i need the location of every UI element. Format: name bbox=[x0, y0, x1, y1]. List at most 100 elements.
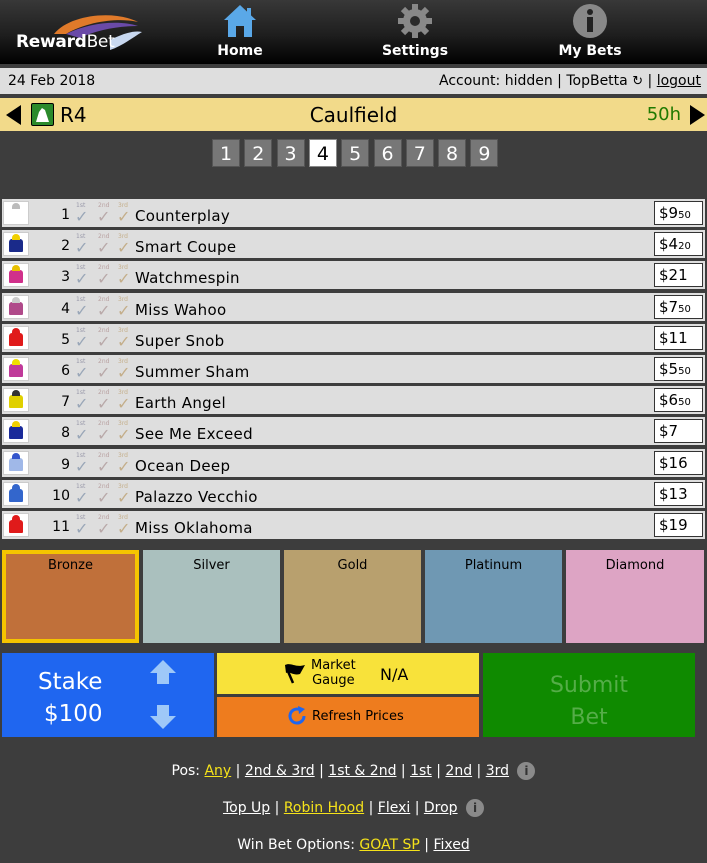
placing-2nd-checkbox[interactable]: 2nd ✓ bbox=[96, 327, 112, 351]
nav-my-bets-button[interactable]: My Bets bbox=[530, 0, 650, 64]
placing-1st-checkbox[interactable]: 1st ✓ bbox=[74, 296, 90, 320]
runner-row[interactable]: 1 1st ✓ 2nd ✓ 3rd ✓ Counterplay $950 bbox=[2, 199, 705, 227]
placing-3rd-checkbox[interactable]: 3rd ✓ bbox=[116, 389, 132, 414]
runner-row[interactable]: 11 1st ✓ 2nd ✓ 3rd ✓ Miss Oklahoma $19 bbox=[2, 511, 705, 539]
race-tab-4[interactable]: 4 bbox=[308, 139, 337, 167]
pos-option-1st[interactable]: 1st bbox=[410, 763, 432, 779]
runner-price[interactable]: $19 bbox=[654, 513, 703, 537]
placing-3rd-checkbox[interactable]: 3rd ✓ bbox=[116, 327, 132, 351]
stake-value: $100 bbox=[44, 701, 103, 727]
runner-row[interactable]: 9 1st ✓ 2nd ✓ 3rd ✓ Ocean Deep $16 bbox=[2, 448, 705, 477]
runner-price[interactable]: $950 bbox=[654, 201, 703, 225]
runner-price[interactable]: $420 bbox=[654, 232, 703, 257]
runner-row[interactable]: 4 1st ✓ 2nd ✓ 3rd ✓ Miss Wahoo $750 bbox=[2, 292, 705, 321]
placing-1st-checkbox[interactable]: 1st ✓ bbox=[74, 420, 90, 444]
tier-label: Platinum bbox=[464, 558, 523, 573]
runner-row[interactable]: 7 1st ✓ 2nd ✓ 3rd ✓ Earth Angel $650 bbox=[2, 386, 705, 415]
race-tab-5[interactable]: 5 bbox=[341, 139, 370, 167]
placing-2nd-checkbox[interactable]: 2nd ✓ bbox=[96, 202, 112, 226]
placing-3rd-checkbox[interactable]: 3rd ✓ bbox=[116, 264, 132, 288]
race-tab-8[interactable]: 8 bbox=[438, 139, 467, 167]
runner-price[interactable]: $21 bbox=[654, 263, 703, 288]
nav-home-button[interactable]: Home bbox=[180, 0, 300, 64]
placing-2nd-checkbox[interactable]: 2nd ✓ bbox=[96, 358, 112, 382]
placing-2nd-checkbox[interactable]: 2nd ✓ bbox=[96, 296, 112, 320]
bet-type-info-icon[interactable]: i bbox=[466, 799, 485, 817]
placing-1st-checkbox[interactable]: 1st ✓ bbox=[74, 389, 90, 413]
bet-type-top-up[interactable]: Top Up bbox=[223, 800, 270, 816]
placing-2nd-checkbox[interactable]: 2nd ✓ bbox=[96, 452, 112, 476]
placing-3rd-checkbox[interactable]: 3rd ✓ bbox=[116, 233, 132, 257]
runner-row[interactable]: 10 1st ✓ 2nd ✓ 3rd ✓ Palazzo Vecchio $13 bbox=[2, 479, 705, 508]
refresh-account-icon[interactable]: ↻ bbox=[632, 74, 643, 89]
pos-option-3rd[interactable]: 3rd bbox=[486, 763, 509, 779]
placing-3rd-checkbox[interactable]: 3rd ✓ bbox=[116, 202, 132, 226]
pos-info-icon[interactable]: i bbox=[517, 762, 536, 780]
tier-platinum-button[interactable]: Platinum bbox=[425, 550, 562, 643]
runner-price[interactable]: $16 bbox=[654, 450, 703, 475]
runner-price[interactable]: $13 bbox=[654, 481, 703, 506]
stake-increase-arrow-icon[interactable] bbox=[148, 658, 178, 686]
runner-row[interactable]: 5 1st ✓ 2nd ✓ 3rd ✓ Super Snob $11 bbox=[2, 323, 705, 352]
win-option-fixed[interactable]: Fixed bbox=[433, 837, 469, 853]
jockey-silk-icon bbox=[3, 263, 29, 288]
placing-1st-checkbox[interactable]: 1st ✓ bbox=[74, 264, 90, 288]
placing-1st-checkbox[interactable]: 1st ✓ bbox=[74, 452, 90, 476]
pos-option-2nd[interactable]: 2nd bbox=[445, 763, 472, 779]
race-tab-3[interactable]: 3 bbox=[276, 139, 305, 167]
race-tab-2[interactable]: 2 bbox=[244, 139, 273, 167]
nav-settings-button[interactable]: Settings bbox=[355, 0, 475, 64]
tier-diamond-button[interactable]: Diamond bbox=[566, 550, 704, 643]
bet-type-robin-hood[interactable]: Robin Hood bbox=[284, 800, 364, 816]
placing-1st-checkbox[interactable]: 1st ✓ bbox=[74, 233, 90, 257]
refresh-prices-button[interactable]: Refresh Prices bbox=[217, 697, 479, 737]
placing-1st-checkbox[interactable]: 1st ✓ bbox=[74, 327, 90, 351]
placing-1st-checkbox[interactable]: 1st ✓ bbox=[74, 202, 90, 226]
race-tab-9[interactable]: 9 bbox=[470, 139, 499, 167]
placing-2nd-checkbox[interactable]: 2nd ✓ bbox=[96, 389, 112, 413]
placing-3rd-checkbox[interactable]: 3rd ✓ bbox=[116, 296, 132, 320]
placing-2nd-checkbox[interactable]: 2nd ✓ bbox=[96, 420, 112, 444]
bet-type-drop[interactable]: Drop bbox=[424, 800, 458, 816]
runner-row[interactable]: 2 1st ✓ 2nd ✓ 3rd ✓ Smart Coupe $420 bbox=[2, 230, 705, 259]
placing-2nd-checkbox[interactable]: 2nd ✓ bbox=[96, 483, 112, 507]
placing-2nd-checkbox[interactable]: 2nd ✓ bbox=[96, 264, 112, 288]
pos-option-1st-2nd[interactable]: 1st & 2nd bbox=[328, 763, 396, 779]
runner-price[interactable]: $11 bbox=[654, 325, 703, 350]
runner-price[interactable]: $650 bbox=[654, 388, 703, 413]
tier-bronze-button[interactable]: Bronze bbox=[2, 550, 139, 643]
runner-price[interactable]: $750 bbox=[654, 294, 703, 319]
runner-row[interactable]: 6 1st ✓ 2nd ✓ 3rd ✓ Summer Sham $550 bbox=[2, 355, 705, 383]
placing-3rd-checkbox[interactable]: 3rd ✓ bbox=[116, 358, 132, 382]
runner-row[interactable]: 8 1st ✓ 2nd ✓ 3rd ✓ See Me Exceed $7 bbox=[2, 417, 705, 446]
nav-home-label: Home bbox=[217, 43, 263, 59]
rewardbet-logo[interactable]: RewardBet bbox=[10, 12, 145, 58]
submit-bet-button[interactable]: Submit Bet bbox=[483, 653, 695, 737]
pos-option-any[interactable]: Any bbox=[204, 763, 231, 779]
placing-3rd-checkbox[interactable]: 3rd ✓ bbox=[116, 483, 132, 507]
placing-2nd-checkbox[interactable]: 2nd ✓ bbox=[96, 233, 112, 257]
next-race-arrow-icon[interactable] bbox=[690, 105, 705, 125]
bet-type-flexi[interactable]: Flexi bbox=[378, 800, 410, 816]
placing-1st-checkbox[interactable]: 1st ✓ bbox=[74, 358, 90, 382]
runner-price[interactable]: $7 bbox=[654, 419, 703, 444]
placing-3rd-checkbox[interactable]: 3rd ✓ bbox=[116, 420, 132, 444]
stake-decrease-arrow-icon[interactable] bbox=[148, 703, 178, 731]
placing-3rd-checkbox[interactable]: 3rd ✓ bbox=[116, 452, 132, 476]
race-tab-1[interactable]: 1 bbox=[212, 139, 240, 167]
runner-row[interactable]: 3 1st ✓ 2nd ✓ 3rd ✓ Watchmespin $21 bbox=[2, 261, 705, 290]
win-option-goat-sp[interactable]: GOAT SP bbox=[359, 837, 419, 853]
race-tab-7[interactable]: 7 bbox=[405, 139, 434, 167]
race-tab-6[interactable]: 6 bbox=[373, 139, 402, 167]
placing-1st-checkbox[interactable]: 1st ✓ bbox=[74, 514, 90, 538]
pos-option-2nd-3rd[interactable]: 2nd & 3rd bbox=[245, 763, 315, 779]
placing-3rd-checkbox[interactable]: 3rd ✓ bbox=[116, 514, 132, 538]
tier-silver-button[interactable]: Silver bbox=[143, 550, 280, 643]
tier-gold-button[interactable]: Gold bbox=[284, 550, 421, 643]
runner-name: Miss Wahoo bbox=[135, 300, 227, 319]
placing-2nd-checkbox[interactable]: 2nd ✓ bbox=[96, 514, 112, 538]
check-icon: ✓ bbox=[117, 394, 131, 414]
logout-link[interactable]: logout bbox=[657, 73, 701, 89]
runner-price[interactable]: $550 bbox=[654, 357, 703, 381]
placing-1st-checkbox[interactable]: 1st ✓ bbox=[74, 483, 90, 507]
